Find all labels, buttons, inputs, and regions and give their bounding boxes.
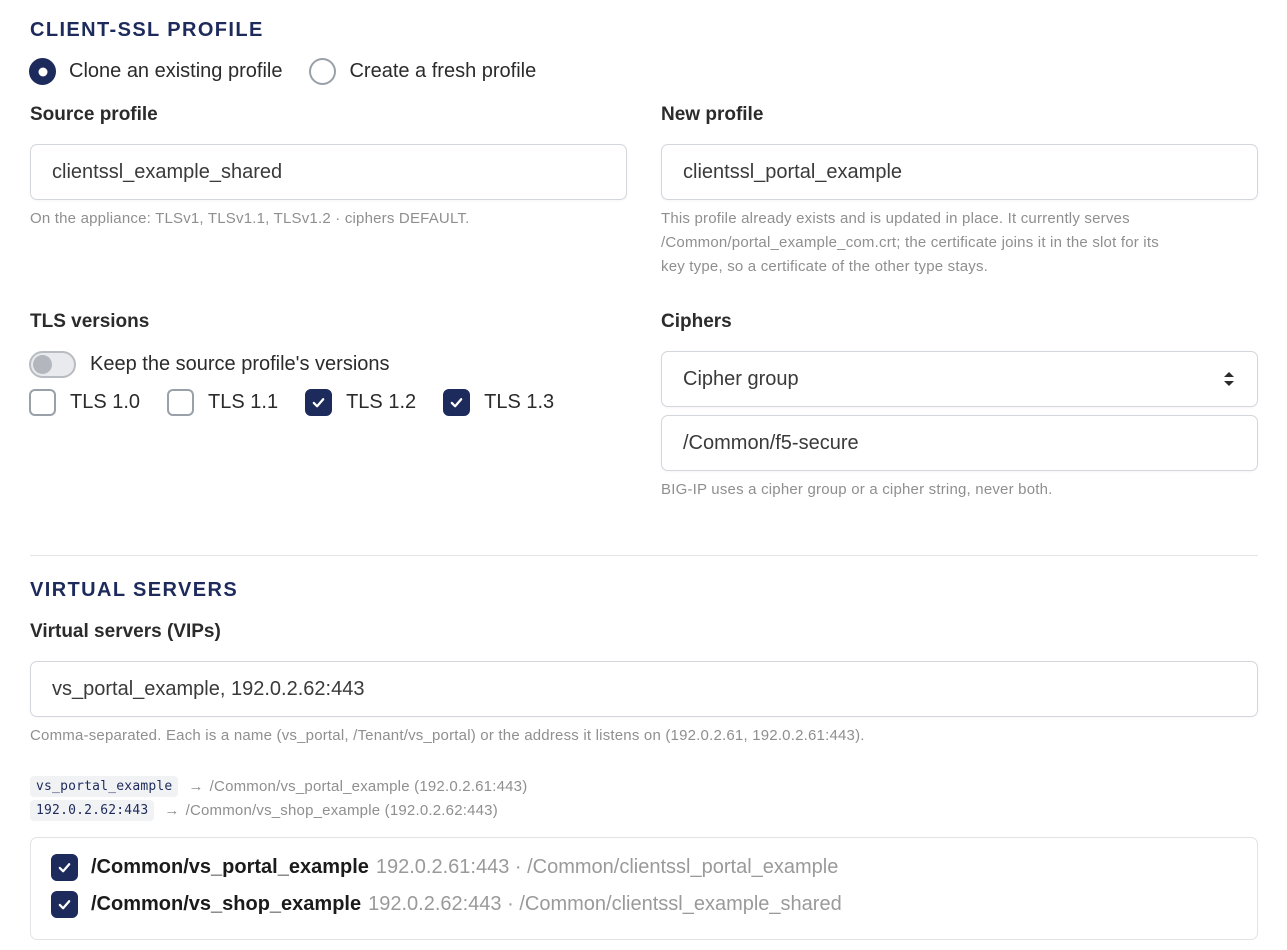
vs-meta: 192.0.2.61:443 · /Common/clientssl_porta… [375, 856, 839, 878]
virtual-servers-input[interactable]: vs_portal_example, 192.0.2.62:443 [30, 661, 1258, 717]
new-profile-label: New profile [661, 104, 764, 125]
new-profile-help: This profile already exists and is updat… [661, 207, 1271, 279]
page: CLIENT-SSL PROFILE Clone an existing pro… [0, 0, 1287, 950]
checkbox-box-checked[interactable] [443, 389, 471, 416]
source-profile-help: On the appliance: TLSv1, TLSv1.1, TLSv1.… [30, 210, 470, 227]
check-icon [450, 398, 463, 408]
cipher-group-input[interactable]: /Common/f5-secure [661, 415, 1258, 471]
keep-versions-toggle-label: Keep the source profile's versions [90, 353, 390, 375]
radio-indicator[interactable] [309, 58, 337, 85]
vip-token: vs_portal_example [30, 776, 179, 797]
checkbox-tls-1-0[interactable]: TLS 1.0 [29, 389, 140, 416]
vs-name: /Common/vs_portal_example [91, 856, 369, 878]
radio-label-clone: Clone an existing profile [69, 60, 283, 82]
select-updown-icon [1224, 372, 1234, 386]
vs-list-item[interactable]: /Common/vs_portal_example 192.0.2.61:443… [51, 854, 838, 881]
virtual-servers-label: Virtual servers (VIPs) [30, 621, 221, 642]
keep-versions-toggle-row: Keep the source profile's versions [29, 351, 390, 378]
vip-resolution-row: 192.0.2.62:443 → /Common/vs_shop_example… [30, 800, 498, 821]
tls-versions-label: TLS versions [30, 311, 150, 332]
checkbox-label: TLS 1.1 [208, 391, 279, 413]
arrow-right-icon: → [164, 802, 180, 819]
ciphers-label: Ciphers [661, 311, 732, 332]
radio-create-fresh[interactable]: Create a fresh profile [309, 58, 536, 85]
source-profile-input[interactable]: clientssl_example_shared [30, 144, 627, 200]
radio-indicator-selected[interactable] [29, 58, 56, 85]
selected-virtual-servers-list: /Common/vs_portal_example 192.0.2.61:443… [30, 837, 1258, 940]
vs-meta: 192.0.2.62:443 · /Common/clientssl_examp… [368, 893, 842, 915]
cipher-mode-select[interactable]: Cipher group [661, 351, 1258, 407]
check-icon [58, 900, 71, 910]
section-title-client-ssl: CLIENT-SSL PROFILE [30, 19, 264, 41]
section-divider [30, 555, 1258, 556]
radio-label-create: Create a fresh profile [349, 60, 537, 82]
checkbox-tls-1-3[interactable]: TLS 1.3 [443, 389, 554, 416]
checkbox-label: TLS 1.3 [484, 391, 555, 413]
checkbox-box[interactable] [167, 389, 195, 416]
new-profile-help-line: key type, so a certificate of the other … [661, 258, 989, 275]
vip-resolved: /Common/vs_shop_example (192.0.2.62:443) [185, 802, 498, 819]
vip-resolved: /Common/vs_portal_example (192.0.2.61:44… [209, 778, 528, 795]
toggle-knob [33, 355, 52, 374]
vs-name: /Common/vs_shop_example [91, 893, 362, 915]
new-profile-input[interactable]: clientssl_portal_example [661, 144, 1258, 200]
checkbox-box[interactable] [29, 389, 56, 416]
new-profile-help-line: This profile already exists and is updat… [661, 210, 1130, 227]
check-icon [58, 863, 71, 873]
checkbox-tls-1-1[interactable]: TLS 1.1 [167, 389, 278, 416]
radio-clone-existing[interactable]: Clone an existing profile [29, 58, 282, 85]
ciphers-help: BIG-IP uses a cipher group or a cipher s… [661, 481, 1053, 498]
cipher-mode-selected-value: Cipher group [683, 367, 799, 390]
vs-list-item[interactable]: /Common/vs_shop_example 192.0.2.62:443 ·… [51, 891, 842, 918]
vip-token: 192.0.2.62:443 [30, 800, 155, 821]
keep-versions-toggle[interactable] [29, 351, 76, 378]
checkbox-label: TLS 1.2 [346, 391, 417, 413]
checkbox-tls-1-2[interactable]: TLS 1.2 [305, 389, 416, 416]
source-profile-label: Source profile [30, 104, 158, 125]
vs-checkbox-checked[interactable] [51, 854, 78, 881]
section-title-virtual-servers: VIRTUAL SERVERS [30, 579, 239, 601]
arrow-right-icon: → [188, 778, 204, 795]
checkbox-box-checked[interactable] [305, 389, 333, 416]
checkbox-label: TLS 1.0 [70, 391, 141, 413]
vs-checkbox-checked[interactable] [51, 891, 78, 918]
tls-version-checkboxes: TLS 1.0 TLS 1.1 TLS 1.2 TLS 1.3 [29, 389, 581, 416]
check-icon [312, 398, 325, 408]
vip-resolution-row: vs_portal_example → /Common/vs_portal_ex… [30, 776, 527, 797]
profile-mode-radio-group: Clone an existing profile Create a fresh… [29, 58, 563, 85]
virtual-servers-help: Comma-separated. Each is a name (vs_port… [30, 727, 865, 744]
new-profile-help-line: /Common/portal_example_com.crt; the cert… [661, 234, 1159, 251]
